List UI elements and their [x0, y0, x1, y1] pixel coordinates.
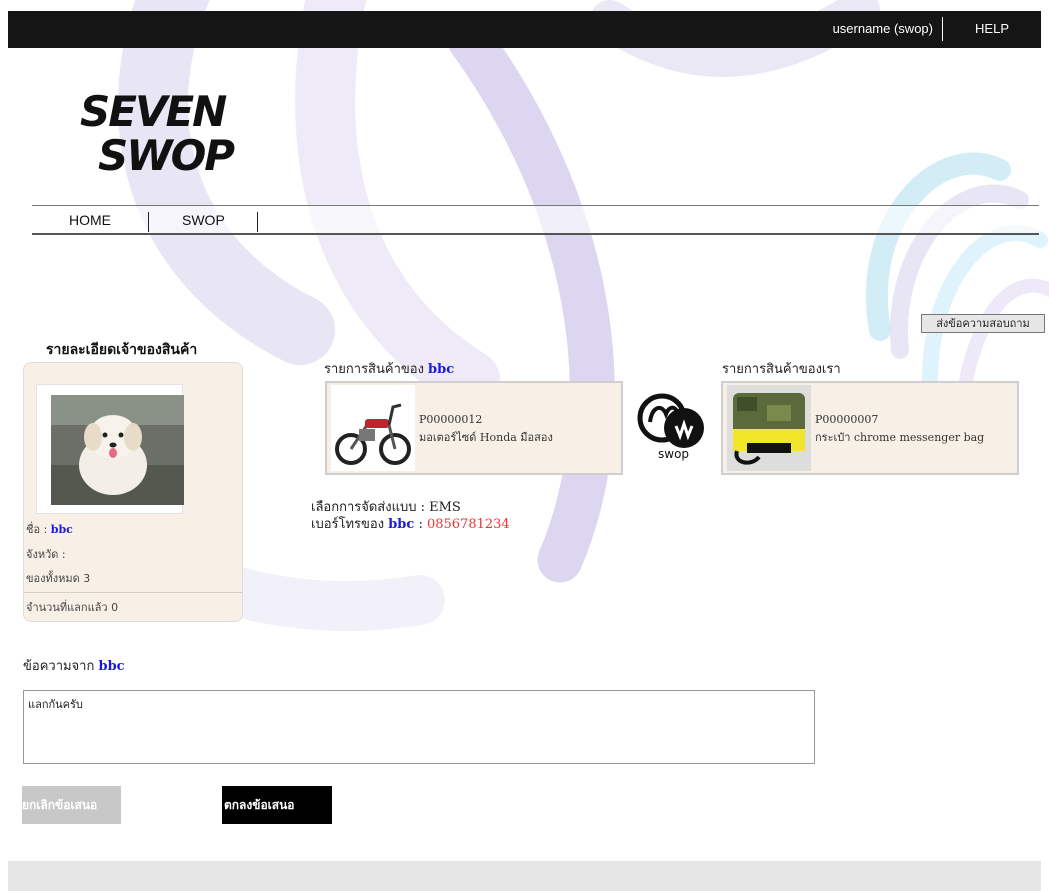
their-product-code: P00000012 — [419, 413, 483, 426]
phone-owner: bbc — [388, 517, 415, 532]
message-sender: bbc — [98, 659, 125, 674]
owner-name: bbc — [50, 523, 73, 536]
accept-offer-button[interactable]: ตกลงข้อเสนอ — [222, 786, 332, 824]
phone-number: 0856781234 — [426, 517, 510, 532]
their-product-name: มอเตอร์ไซด์ Honda มือสอง — [419, 431, 553, 444]
their-products-title: รายการสินค้าของ bbc — [324, 358, 454, 379]
owner-name-line: ชื่อ : bbc — [26, 520, 73, 538]
swop-icon-caption: swop — [658, 447, 689, 461]
owner-swapped-count: จำนวนที่แลกแล้ว 0 — [26, 601, 119, 614]
their-product-card[interactable]: P00000012 มอเตอร์ไซด์ Honda มือสอง — [325, 381, 623, 475]
owner-photo-frame — [36, 384, 184, 514]
content-layer: ส่งข้อความสอบถาม รายละเอียดเจ้าของสินค้า… — [0, 0, 1049, 891]
phone-separator: : — [414, 517, 427, 532]
owner-province: จังหวัด : — [26, 548, 66, 561]
their-products-owner: bbc — [428, 362, 455, 377]
our-product-name: กระเป๋า chrome messenger bag — [815, 431, 985, 444]
owner-phone: เบอร์โทรของ bbc : 0856781234 — [311, 513, 510, 534]
owner-details-title: รายละเอียดเจ้าของสินค้า — [46, 342, 198, 358]
our-products-title: รายการสินค้าของเรา — [722, 362, 841, 377]
message-title-prefix: ข้อความจาก — [23, 659, 99, 674]
phone-prefix: เบอร์โทรของ — [311, 517, 389, 532]
owner-avatar-puppy-photo — [51, 395, 184, 505]
message-textarea[interactable]: แลกกันครับ — [23, 690, 815, 764]
owner-items-count: ของทั้งหมด 3 — [26, 572, 91, 585]
message-title: ข้อความจาก bbc — [23, 655, 125, 676]
cancel-offer-button[interactable]: ยกเลิกข้อเสนอ — [22, 786, 121, 824]
owner-name-label: ชื่อ : — [26, 523, 51, 536]
owner-card-divider — [24, 592, 242, 593]
swop-exchange-icon: swop — [637, 393, 704, 461]
owner-card: ชื่อ : bbc จังหวัด : ของทั้งหมด 3 จำนวนท… — [23, 362, 243, 622]
our-product-code: P00000007 — [815, 413, 879, 426]
motorcycle-photo — [331, 385, 415, 471]
messenger-bag-photo — [727, 385, 811, 471]
their-products-title-prefix: รายการสินค้าของ — [324, 362, 429, 377]
send-inquiry-button[interactable]: ส่งข้อความสอบถาม — [921, 314, 1045, 333]
our-product-card[interactable]: P00000007 กระเป๋า chrome messenger bag — [721, 381, 1019, 475]
